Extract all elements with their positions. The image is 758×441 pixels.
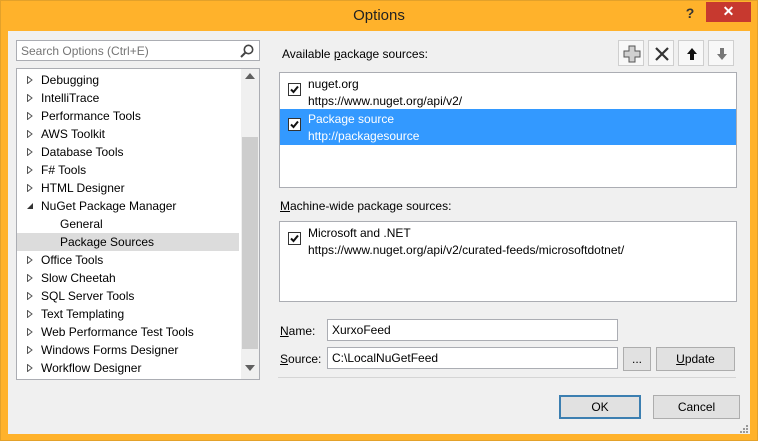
available-sources-label: Available package sources: xyxy=(282,47,428,61)
tree-item[interactable]: Debugging xyxy=(17,71,239,89)
move-up-button[interactable] xyxy=(678,40,704,66)
tree-item-label: NuGet Package Manager xyxy=(41,199,177,213)
tree-item-label: IntelliTrace xyxy=(41,91,100,105)
tree-item[interactable]: SQL Server Tools xyxy=(17,287,239,305)
tree-item-label: SQL Server Tools xyxy=(41,289,135,303)
tree-item-label: Office Tools xyxy=(41,253,104,267)
tree-item[interactable]: Text Templating xyxy=(17,305,239,323)
tree-item-label: Web Performance Test Tools xyxy=(41,325,194,339)
source-name: Package source xyxy=(308,112,395,126)
options-dialog: Options ? ✕ Debugging IntelliTrace Perform… xyxy=(0,0,758,441)
source-name: Microsoft and .NET xyxy=(308,226,411,240)
remove-source-button[interactable] xyxy=(648,40,674,66)
remove-icon xyxy=(655,47,669,61)
expand-arrow-icon[interactable] xyxy=(26,328,34,336)
tree-item[interactable]: Performance Tools xyxy=(17,107,239,125)
source-checkbox[interactable] xyxy=(288,232,301,245)
machine-wide-sources-list: Microsoft and .NET https://www.nuget.org… xyxy=(279,221,737,302)
expand-arrow-icon[interactable] xyxy=(26,130,34,138)
tree-item-label: Debugging xyxy=(41,73,100,87)
resize-grip-icon[interactable] xyxy=(738,423,748,433)
expand-arrow-icon[interactable] xyxy=(26,184,34,192)
source-item-package-source[interactable]: Package source http://packagesource xyxy=(280,109,736,145)
machine-wide-label: Machine-wide package sources: xyxy=(280,199,452,213)
collapse-arrow-icon[interactable] xyxy=(26,202,34,210)
source-item-nuget[interactable]: nuget.org https://www.nuget.org/api/v2/ xyxy=(280,74,736,110)
expand-arrow-icon[interactable] xyxy=(26,112,34,120)
tree-item[interactable]: HTML Designer xyxy=(17,179,239,197)
tree-item[interactable]: Package Sources xyxy=(17,233,239,251)
tree-item[interactable]: Office Tools xyxy=(17,251,239,269)
ok-button[interactable]: OK xyxy=(559,395,641,419)
tree-item[interactable]: F# Tools xyxy=(17,161,239,179)
tree-item[interactable]: Database Tools xyxy=(17,143,239,161)
expand-arrow-icon[interactable] xyxy=(26,148,34,156)
tree-item[interactable]: Slow Cheetah xyxy=(17,269,239,287)
title-bar[interactable]: Options ? ✕ xyxy=(1,1,757,31)
tree-scrollbar[interactable] xyxy=(241,69,259,379)
expand-arrow-icon[interactable] xyxy=(26,274,34,282)
update-button[interactable]: Update xyxy=(656,347,735,371)
expand-arrow-icon[interactable] xyxy=(26,346,34,354)
tree-item-label: Text Templating xyxy=(41,307,125,321)
add-icon xyxy=(623,45,641,63)
arrow-down-icon xyxy=(717,48,727,60)
tree-item[interactable]: Windows Forms Designer xyxy=(17,341,239,359)
source-field[interactable] xyxy=(327,347,618,369)
source-url: https://www.nuget.org/api/v2/ xyxy=(308,94,463,108)
name-field[interactable] xyxy=(327,319,618,341)
tree-item[interactable]: AWS Toolkit xyxy=(17,125,239,143)
tree-item[interactable]: Workflow Designer xyxy=(17,359,239,377)
expand-arrow-icon[interactable] xyxy=(26,76,34,84)
expand-arrow-icon[interactable] xyxy=(26,166,34,174)
available-sources-list: nuget.org https://www.nuget.org/api/v2/ … xyxy=(279,72,737,188)
move-down-button[interactable] xyxy=(708,40,734,66)
source-label: Source: xyxy=(280,352,322,366)
cancel-button[interactable]: Cancel xyxy=(653,395,740,419)
tree-item-label: Package Sources xyxy=(60,235,155,249)
close-button[interactable]: ✕ xyxy=(706,2,751,22)
search-icon[interactable] xyxy=(239,43,255,59)
source-url: http://packagesource xyxy=(308,129,420,143)
expand-arrow-icon[interactable] xyxy=(26,94,34,102)
tree-item[interactable]: Web Performance Test Tools xyxy=(17,323,239,341)
browse-button[interactable]: ... xyxy=(623,347,651,371)
source-checkbox[interactable] xyxy=(288,83,301,96)
expand-arrow-icon[interactable] xyxy=(26,364,34,372)
tree-item[interactable]: NuGet Package Manager xyxy=(17,197,239,215)
expand-arrow-icon[interactable] xyxy=(26,310,34,318)
scroll-down-arrow-icon[interactable] xyxy=(245,365,255,371)
tree-item-label: General xyxy=(60,217,103,231)
scroll-up-arrow-icon[interactable] xyxy=(245,73,255,79)
tree-item-label: F# Tools xyxy=(41,163,87,177)
tree-item-label: Performance Tools xyxy=(41,109,141,123)
expand-arrow-icon[interactable] xyxy=(26,292,34,300)
name-label: Name: xyxy=(280,324,316,338)
source-name: nuget.org xyxy=(308,77,359,91)
tree-item-label: Slow Cheetah xyxy=(41,271,116,285)
arrow-up-icon xyxy=(687,48,697,60)
tree-item-label: AWS Toolkit xyxy=(41,127,106,141)
tree-item-label: Windows Forms Designer xyxy=(41,343,179,357)
options-tree: Debugging IntelliTrace Performance Tools AW… xyxy=(16,68,260,380)
add-source-button[interactable] xyxy=(618,40,644,66)
expand-arrow-icon[interactable] xyxy=(26,256,34,264)
tree-item-label: HTML Designer xyxy=(41,181,125,195)
source-url: https://www.nuget.org/api/v2/curated-fee… xyxy=(308,243,625,257)
tree-item[interactable]: IntelliTrace xyxy=(17,89,239,107)
separator xyxy=(278,377,736,378)
tree-item-label: Database Tools xyxy=(41,145,124,159)
window-title: Options xyxy=(353,7,405,24)
dialog-body: Debugging IntelliTrace Performance Tools AW… xyxy=(8,31,750,434)
help-button[interactable]: ? xyxy=(681,4,699,22)
search-box xyxy=(16,40,260,61)
scroll-thumb[interactable] xyxy=(242,137,258,349)
source-item-microsoft[interactable]: Microsoft and .NET https://www.nuget.org… xyxy=(280,223,736,259)
tree-item[interactable]: General xyxy=(17,215,239,233)
tree-item-label: Workflow Designer xyxy=(41,361,142,375)
search-input[interactable] xyxy=(17,41,237,60)
source-checkbox[interactable] xyxy=(288,118,301,131)
